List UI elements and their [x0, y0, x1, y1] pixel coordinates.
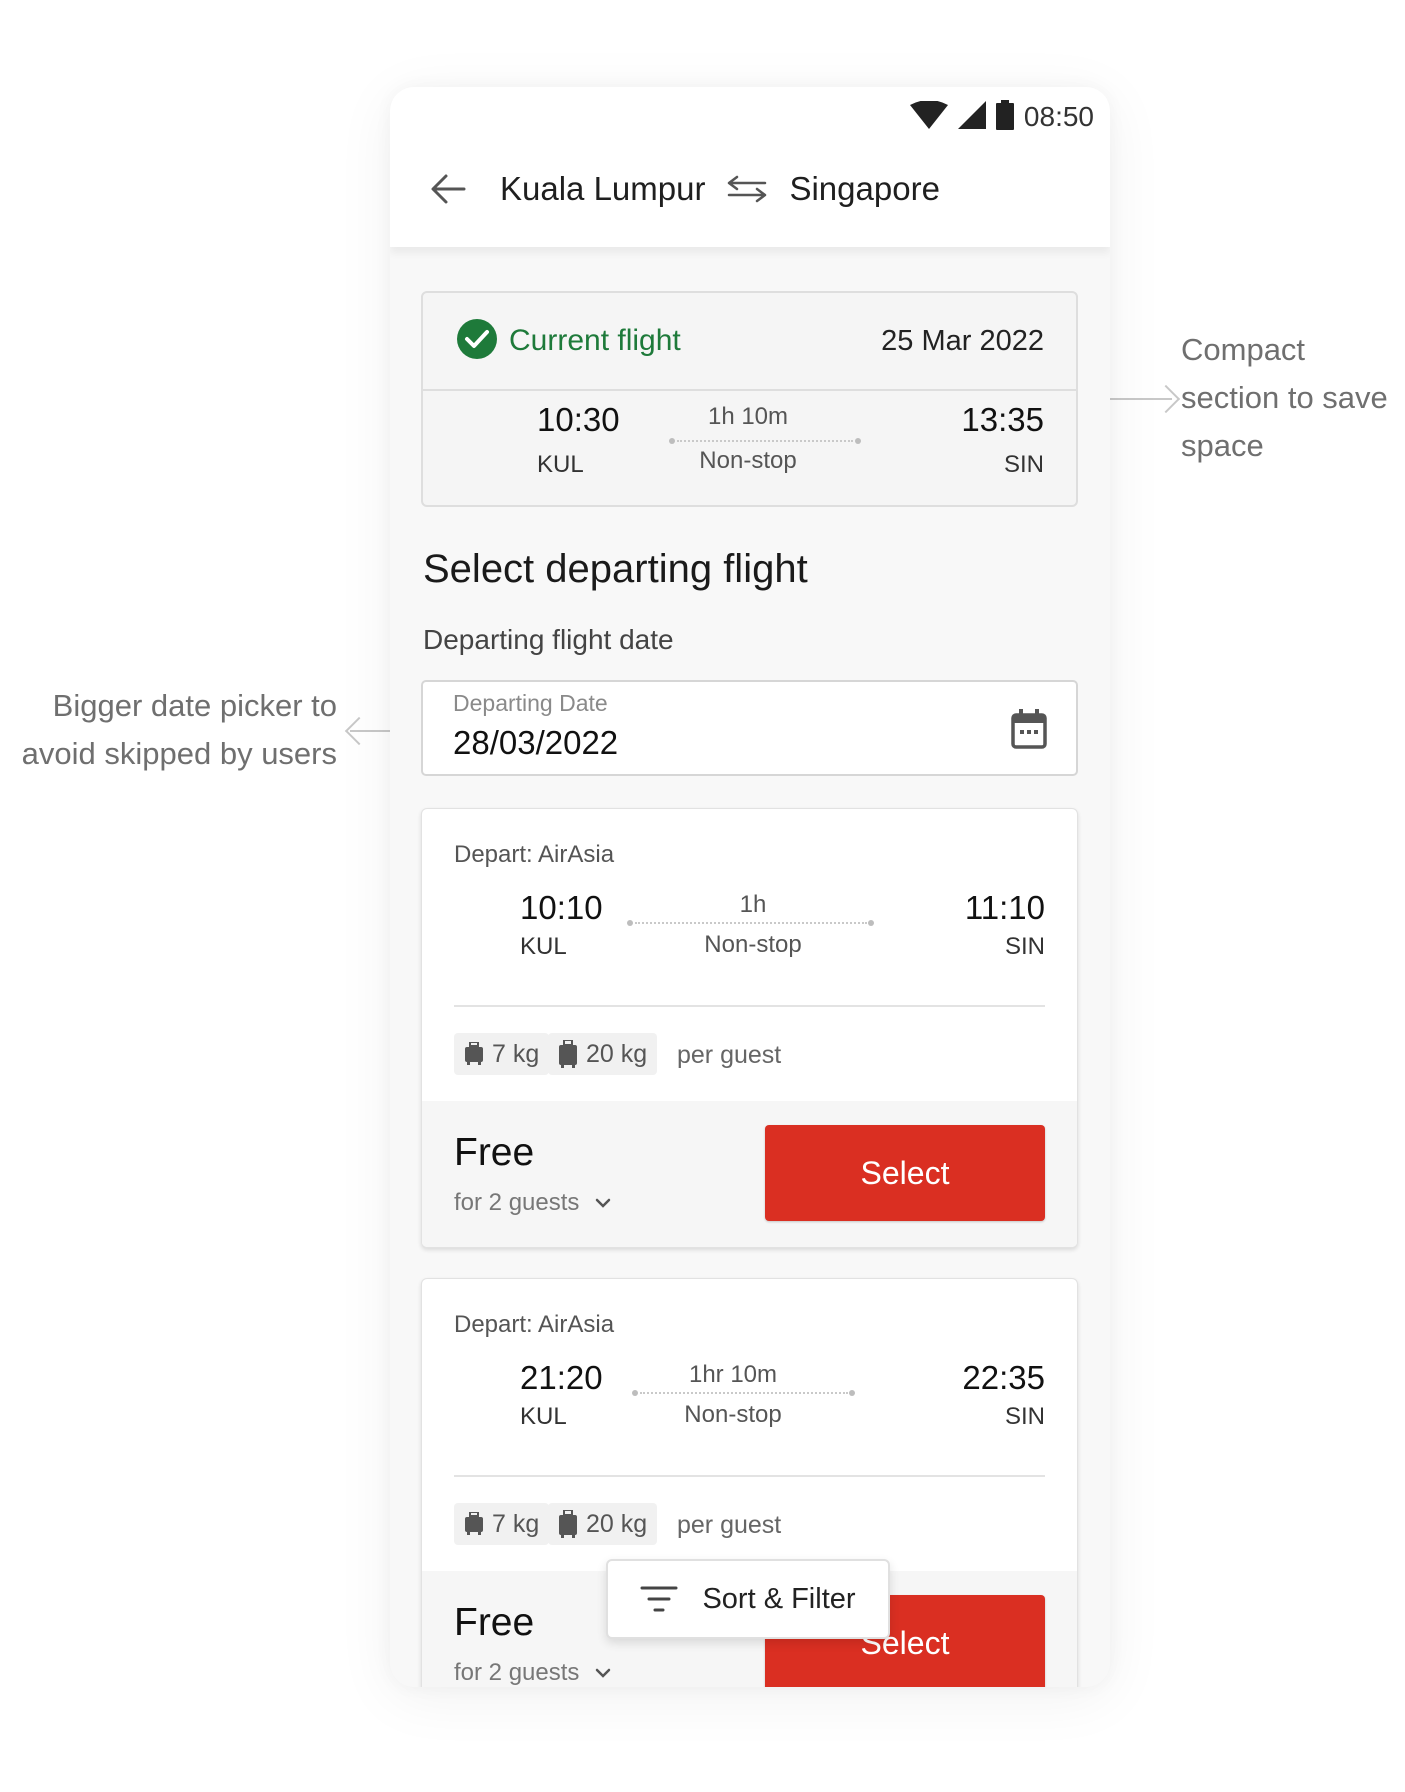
price: Free [454, 1601, 535, 1644]
wifi-icon [909, 99, 948, 134]
depart-time: 10:30 [537, 401, 620, 438]
cabin-bag-weight: 7 kg [492, 1509, 540, 1538]
checked-bag-weight: 20 kg [586, 1509, 648, 1538]
route-end-dot [868, 920, 874, 926]
route-line [677, 440, 853, 442]
phone-screen: 08:50 Kuala Lumpur Singapore Current fli… [390, 87, 1110, 1687]
route-header: Kuala Lumpur Singapore [426, 157, 940, 221]
annotation-arrow-head [344, 716, 374, 746]
current-flight-times: 10:30 KUL 1h 10m Non-stop 13:35 SIN [423, 391, 1076, 505]
flight-duration: 1h 10m [707, 403, 789, 430]
arrive-time: 13:35 [961, 401, 1044, 438]
swap-arrows-icon [725, 175, 769, 203]
sort-filter-label: Sort & Filter [702, 1582, 856, 1615]
flight-stops: Non-stop [699, 447, 797, 474]
checked-bag-chip: 20 kg [548, 1503, 658, 1545]
section-subtitle: Departing flight date [423, 624, 674, 655]
app-bar: 08:50 Kuala Lumpur Singapore [390, 87, 1110, 247]
per-guest-label: per guest [677, 1041, 782, 1069]
status-bar: 08:50 [909, 97, 1094, 137]
annotation-line: section to save [1181, 380, 1388, 415]
depart-code: KUL [520, 1403, 567, 1430]
current-flight-date: 25 Mar 2022 [881, 324, 1044, 357]
date-field-value[interactable]: 28/03/2022 [453, 724, 618, 762]
checked-bag-weight: 20 kg [586, 1039, 648, 1068]
select-button[interactable]: Select [765, 1125, 1045, 1221]
arrive-time: 11:10 [964, 889, 1045, 926]
guests-dropdown[interactable]: for 2 guests [454, 1189, 611, 1217]
route-end-dot [849, 1390, 855, 1396]
annotation-line: Bigger date picker to [52, 688, 337, 723]
annotation-line: avoid skipped by users [21, 736, 337, 771]
current-flight-card: Current flight 25 Mar 2022 10:30 KUL 1h … [421, 291, 1078, 507]
flight-option-card: Depart: AirAsia 10:10 KUL 1h Non-stop 11… [421, 808, 1078, 1248]
battery-icon [995, 99, 1014, 135]
per-guest-label: per guest [677, 1511, 782, 1539]
luggage-icon [559, 1510, 577, 1538]
annotation-arrow-head [1151, 384, 1181, 414]
guests-dropdown[interactable]: for 2 guests [454, 1659, 611, 1687]
flight-duration: 1h [739, 891, 767, 918]
date-field-label: Departing Date [453, 690, 608, 716]
checked-bag-chip: 20 kg [548, 1033, 658, 1075]
route-start-dot [632, 1390, 638, 1396]
flight-stops: Non-stop [704, 931, 802, 958]
depart-code: KUL [520, 933, 567, 960]
annotation-date-picker: Bigger date picker to avoid skipped by u… [0, 682, 337, 778]
depart-code: KUL [537, 451, 584, 478]
route-end-dot [855, 438, 861, 444]
back-button[interactable] [426, 167, 470, 211]
arrive-time: 22:35 [962, 1359, 1045, 1396]
route-line [635, 922, 867, 924]
route-start-dot [669, 438, 675, 444]
filter-icon [640, 1586, 678, 1612]
cabin-bag-icon [465, 1042, 483, 1065]
luggage-icon [559, 1040, 577, 1068]
chevron-down-icon [596, 1668, 611, 1678]
guests-label: for 2 guests [454, 1659, 580, 1686]
flight-stops: Non-stop [684, 1401, 782, 1428]
calendar-icon[interactable] [1010, 708, 1048, 755]
arrive-code: SIN [1004, 933, 1045, 960]
airline-label: Depart: AirAsia [454, 841, 615, 868]
sort-filter-button[interactable]: Sort & Filter [606, 1559, 890, 1639]
departing-date-field[interactable]: Departing Date 28/03/2022 [421, 680, 1078, 776]
flight-duration: 1hr 10m [688, 1361, 778, 1388]
card-divider [454, 1475, 1045, 1477]
annotation-compact-section: Compact section to save space [1181, 326, 1405, 470]
cabin-bag-chip: 7 kg [454, 1503, 550, 1545]
annotation-line: Compact [1181, 332, 1306, 367]
section-title: Select departing flight [423, 547, 808, 591]
chevron-down-icon [596, 1198, 611, 1208]
cabin-bag-chip: 7 kg [454, 1033, 550, 1075]
price: Free [454, 1131, 535, 1174]
status-time: 08:50 [1023, 101, 1094, 132]
destination-city: Singapore [789, 170, 940, 207]
arrive-code: SIN [1004, 1403, 1045, 1430]
guests-label: for 2 guests [454, 1189, 580, 1216]
check-circle-icon [457, 318, 497, 364]
route-start-dot [627, 920, 633, 926]
route-line [640, 1392, 848, 1394]
arrive-code: SIN [1003, 451, 1044, 478]
annotation-line: space [1181, 428, 1264, 463]
back-arrow-icon [431, 174, 466, 204]
origin-city: Kuala Lumpur [500, 170, 706, 207]
current-flight-label: Current flight [509, 324, 681, 357]
cabin-bag-weight: 7 kg [492, 1039, 540, 1068]
current-flight-header: Current flight 25 Mar 2022 [423, 293, 1076, 391]
airline-label: Depart: AirAsia [454, 1311, 615, 1338]
cabin-bag-icon [465, 1512, 483, 1535]
card-footer: Free for 2 guests Select [422, 1101, 1077, 1247]
depart-time: 21:20 [520, 1359, 603, 1396]
signal-icon [957, 100, 986, 134]
card-divider [454, 1005, 1045, 1007]
depart-time: 10:10 [520, 889, 603, 926]
